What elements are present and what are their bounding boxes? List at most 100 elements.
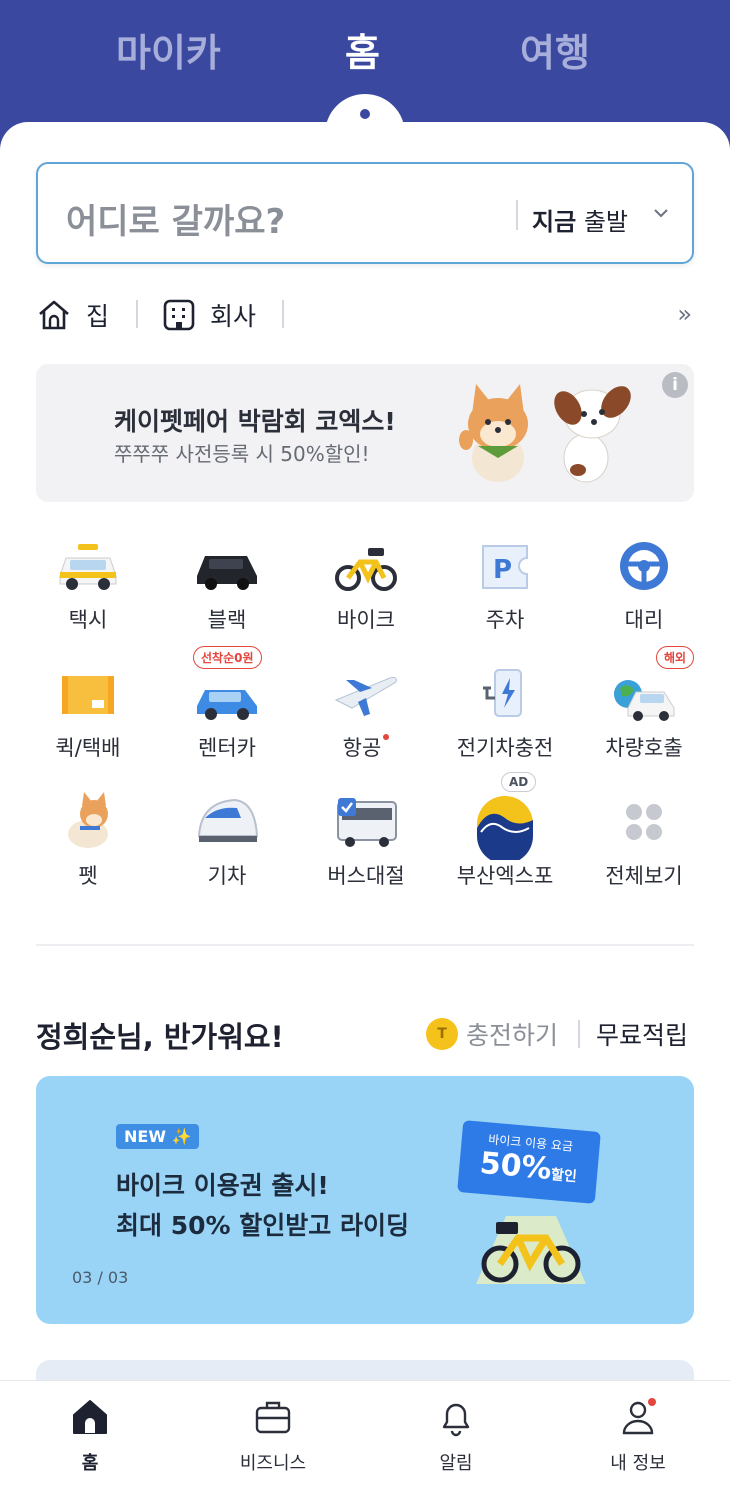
tab-home[interactable]: 홈	[345, 22, 380, 77]
service-label: 전체보기	[605, 864, 683, 888]
parking-icon: P	[482, 545, 528, 589]
new-badge-text: NEW	[124, 1127, 166, 1146]
service-label: 버스대절	[327, 864, 405, 888]
service-busan-expo[interactable]: AD 부산엑스포	[435, 772, 575, 898]
building-icon	[163, 299, 195, 331]
tab-travel[interactable]: 여행	[520, 22, 590, 77]
ticket-percent: 50%	[478, 1145, 553, 1187]
pet-icon	[68, 792, 108, 848]
briefcase-icon	[255, 1401, 291, 1434]
home-icon	[73, 1400, 107, 1434]
nav-home[interactable]: 홈	[30, 1397, 150, 1475]
house-icon	[39, 300, 69, 330]
rental-car-icon	[197, 690, 257, 720]
nav-notifications-label: 알림	[439, 1453, 473, 1474]
greeting-title: 정희순님, 반가워요!	[36, 1020, 284, 1054]
free-points-link[interactable]: 무료적립	[596, 1016, 688, 1052]
service-view-all[interactable]: 전체보기	[574, 788, 714, 898]
tab-mycar[interactable]: 마이카	[116, 22, 221, 77]
service-label: 기차	[207, 864, 247, 888]
banner-title: 케이펫페어 박람회 코엑스!	[114, 407, 396, 436]
ticket-suffix: 할인	[550, 1166, 578, 1186]
nav-my-info[interactable]: 내 정보	[578, 1397, 698, 1475]
service-label: 택시	[68, 608, 108, 632]
nav-notifications[interactable]: 알림	[396, 1397, 516, 1475]
service-flight[interactable]: 항공	[296, 660, 436, 770]
place-home-label: 집	[86, 302, 110, 331]
service-taxi[interactable]: 택시	[18, 532, 158, 642]
steering-wheel-icon	[620, 542, 668, 590]
service-label: 항공	[296, 732, 436, 762]
nav-home-label: 홈	[81, 1453, 99, 1474]
service-label: 대리	[624, 608, 664, 632]
banner-subtitle: 쭈쭈쭈 사전등록 시 50%할인!	[114, 442, 370, 466]
car-call-icon	[614, 680, 675, 721]
place-work-label: 회사	[210, 302, 257, 331]
info-icon[interactable]: i	[662, 372, 688, 398]
service-pet[interactable]: 펫	[18, 788, 158, 898]
service-label: 주차	[485, 608, 525, 632]
service-rentacar[interactable]: 선착순0원 렌터카	[157, 646, 297, 770]
promo-title: 바이크 이용권 출시!	[116, 1171, 329, 1200]
ad-banner[interactable]: 케이펫페어 박람회 코엑스! 쭈쭈쭈 사전등록 시 50%할인! i	[36, 364, 694, 502]
bike-icon	[335, 548, 397, 591]
service-black[interactable]: 블랙	[157, 532, 297, 642]
search-placeholder[interactable]: 어디로 갈까요?	[66, 194, 285, 243]
place-work[interactable]: 회사	[162, 292, 256, 338]
service-label-text: 항공	[342, 736, 382, 760]
new-dot-icon	[383, 734, 390, 740]
airplane-icon	[334, 677, 397, 716]
promo-card[interactable]: NEW ✨ 바이크 이용권 출시! 최대 50% 할인받고 라이딩 03 / 0…	[36, 1076, 694, 1324]
service-label: 바이크	[337, 608, 395, 632]
section-divider	[36, 944, 694, 946]
ev-charger-icon	[483, 669, 522, 717]
person-icon	[622, 1398, 656, 1435]
depart-now-label: 지금	[532, 208, 577, 236]
active-tab-indicator	[360, 109, 370, 119]
black-car-icon	[197, 556, 257, 590]
busan-expo-icon	[477, 796, 533, 860]
service-label: 퀵/택배	[55, 736, 121, 760]
promo-subtitle: 최대 50% 할인받고 라이딩	[116, 1211, 409, 1240]
nav-business-label: 비즈니스	[239, 1453, 307, 1474]
service-label: 렌터카	[198, 736, 256, 760]
nav-business[interactable]: 비즈니스	[213, 1397, 333, 1475]
service-label: 차량호출	[605, 736, 683, 760]
svg-text:P: P	[493, 555, 512, 585]
service-label: 블랙	[207, 608, 247, 632]
service-train[interactable]: 기차	[157, 788, 297, 898]
place-home[interactable]: 집	[36, 292, 109, 338]
dogs-illustration-icon	[459, 384, 631, 483]
bottom-navigation: 홈 비즈니스 알림 내 정보	[0, 1380, 730, 1493]
depart-time-selector[interactable]: 지금 출발	[532, 202, 628, 237]
service-driver[interactable]: 대리	[574, 532, 714, 642]
service-quick[interactable]: 퀵/택배	[18, 660, 158, 770]
depart-label: 출발	[583, 208, 628, 236]
service-label: 전기차충전	[456, 736, 554, 760]
double-chevron-right-icon[interactable]: »	[677, 300, 692, 328]
service-label: 부산엑스포	[456, 864, 554, 888]
greeting-divider	[578, 1020, 580, 1048]
nav-my-info-label: 내 정보	[610, 1453, 666, 1474]
taxi-icon	[59, 544, 117, 590]
saved-places-row: 집 회사 »	[36, 292, 694, 338]
promo-pager: 03 / 03	[72, 1268, 129, 1287]
service-bus-charter[interactable]: 버스대절	[296, 788, 436, 898]
grid-icon	[626, 804, 662, 840]
chevron-down-icon[interactable]	[650, 202, 672, 224]
search-divider	[516, 200, 518, 230]
charge-link[interactable]: 충전하기	[466, 1016, 558, 1052]
t-coin-icon: T	[426, 1018, 458, 1050]
bus-icon	[337, 798, 397, 847]
service-bike[interactable]: 바이크	[296, 532, 436, 642]
bell-icon	[442, 1403, 470, 1437]
service-ev-charge[interactable]: 전기차충전	[435, 660, 575, 770]
train-icon	[197, 798, 259, 842]
discount-ticket: 바이크 이용 요금 50%할인	[457, 1120, 601, 1204]
places-divider	[282, 300, 284, 328]
parcel-box-icon	[62, 676, 114, 714]
service-parking[interactable]: P 주차	[435, 532, 575, 642]
service-car-call[interactable]: 해외 차량호출	[574, 646, 714, 770]
yellow-bike-icon	[476, 1216, 586, 1284]
destination-search-box[interactable]: 어디로 갈까요? 지금 출발	[36, 162, 694, 264]
